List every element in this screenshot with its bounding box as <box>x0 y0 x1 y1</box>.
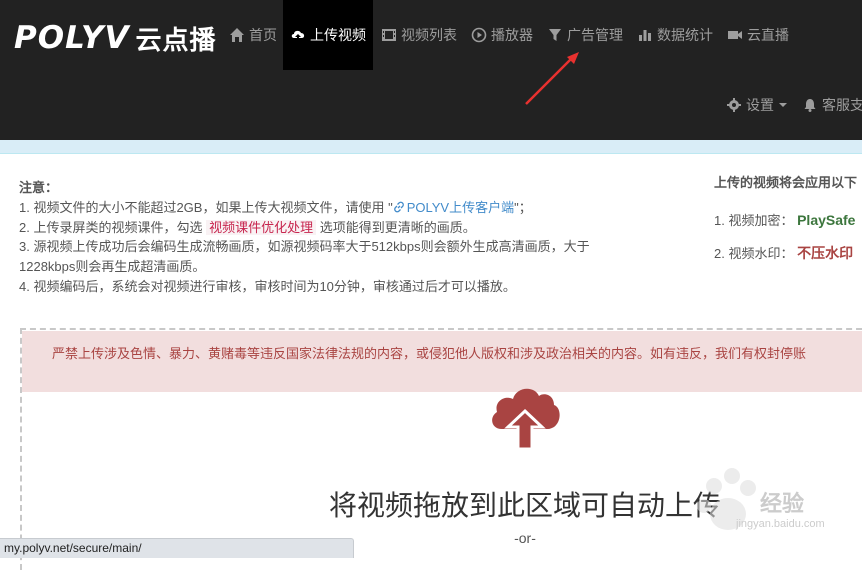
courseware-optimize-tag: 视频课件优化处理 <box>206 219 317 235</box>
watermark-label: 2. 视频水印： <box>714 246 794 261</box>
note-1-suffix: "； <box>514 199 532 215</box>
upload-client-link-label: POLYV上传客户端 <box>406 199 515 215</box>
cloud-upload-icon <box>290 27 306 43</box>
watermark-text: 经验 <box>760 491 805 516</box>
note-2-suffix: 选项能得到更清晰的画质。 <box>319 219 476 235</box>
watermark-value: 不压水印 <box>797 245 854 261</box>
encryption-label: 1. 视频加密： <box>714 213 794 228</box>
link-icon <box>393 201 404 213</box>
upload-notes: 注意： 1. 视频文件的大小不能超过2GB，如果上传大视频文件，请使用 " POL… <box>19 178 679 297</box>
note-1-text: 1. 视频文件的大小不能超过2GB，如果上传大视频文件，请使用 " <box>19 199 393 215</box>
nav-support-label: 客服支 <box>822 97 862 113</box>
note-line-1: 1. 视频文件的大小不能超过2GB，如果上传大视频文件，请使用 " POLYV上传… <box>19 198 679 218</box>
applied-settings-panel: 上传的视频将会应用以下 1. 视频加密： PlaySafe 2. 视频水印： 不… <box>714 172 862 270</box>
nav-video-list-label: 视频列表 <box>401 27 457 43</box>
notes-title: 注意： <box>19 180 59 195</box>
logo-text-cn: 云点播 <box>135 24 217 55</box>
note-line-3b: 1228kbps则会再生成超清画质。 <box>19 259 206 275</box>
nav-home[interactable]: 首页 <box>229 0 277 70</box>
nav-upload-video[interactable]: 上传视频 <box>283 0 373 70</box>
nav-stats-label: 数据统计 <box>657 27 713 43</box>
film-icon <box>381 27 397 43</box>
play-circle-icon <box>471 27 487 43</box>
nav-player-label: 播放器 <box>491 27 533 43</box>
note-line-4: 4. 视频编码后，系统会对视频进行审核，审核时间为10分钟，审核通过后才可以播放… <box>19 278 516 294</box>
nav-live-label: 云直播 <box>747 27 789 43</box>
nav-settings-label: 设置 <box>746 97 774 113</box>
cloud-upload-icon-large <box>492 388 560 451</box>
watermark-row: 2. 视频水印： 不压水印 <box>714 237 862 270</box>
encryption-row: 1. 视频加密： PlaySafe <box>714 204 862 237</box>
nav-upload-label: 上传视频 <box>310 27 366 43</box>
logo-text-en: POLYV <box>14 20 130 56</box>
browser-status-bar: my.polyv.net/secure/main/ <box>0 538 354 558</box>
applied-settings-title: 上传的视频将会应用以下 <box>714 175 858 190</box>
bell-icon <box>802 97 818 113</box>
caret-down-icon <box>779 103 787 107</box>
nav-data-stats[interactable]: 数据统计 <box>637 0 713 70</box>
watermark-sub: jingyan.baidu.com <box>736 518 825 530</box>
home-icon <box>229 27 245 43</box>
nav-home-label: 首页 <box>249 27 277 43</box>
nav-video-list[interactable]: 视频列表 <box>381 0 457 70</box>
note-line-3a: 3. 源视频上传成功后会编码生成流畅画质，如源视频码率大于512kbps则会额外… <box>19 239 590 255</box>
nav-cloud-live[interactable]: 云直播 <box>727 0 789 70</box>
top-navbar: POLYV 云点播 首页 上传视频 视频列表 播放器 广告管理 数据统计 云直播… <box>0 0 862 140</box>
annotation-arrow <box>525 52 579 105</box>
nav-ad-label: 广告管理 <box>567 27 623 43</box>
polyv-logo[interactable]: POLYV 云点播 <box>14 18 216 58</box>
nav-settings-dropdown[interactable]: 设置 <box>726 70 787 140</box>
filter-icon <box>547 27 563 43</box>
encryption-value: PlaySafe <box>797 212 856 228</box>
note-2-text: 2. 上传录屏类的视频课件，勾选 <box>19 219 203 235</box>
bar-chart-icon <box>637 27 653 43</box>
upload-client-link[interactable]: POLYV上传客户端 <box>393 200 514 215</box>
gear-icon <box>726 97 742 113</box>
note-line-2: 2. 上传录屏类的视频课件，勾选 视频课件优化处理 选项能得到更清晰的画质。 <box>19 218 679 238</box>
content-warning: 严禁上传涉及色情、暴力、黄赌毒等违反国家法律法规的内容，或侵犯他人版权和涉及政治… <box>22 331 862 392</box>
video-camera-icon <box>727 27 743 43</box>
nav-support[interactable]: 客服支 <box>802 70 862 140</box>
info-strip <box>0 140 862 154</box>
